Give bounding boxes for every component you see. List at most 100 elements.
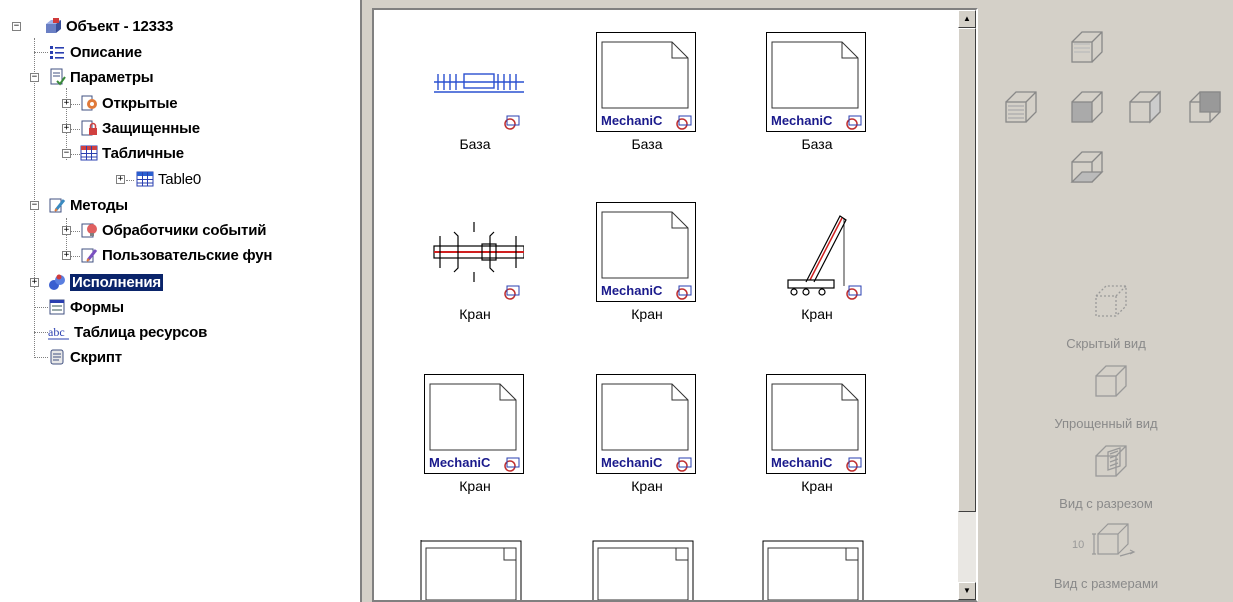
crane-top-view-icon	[433, 222, 524, 300]
thumb-brand-text: MechaniC	[429, 455, 491, 470]
collapse-toggle[interactable]: −	[30, 73, 39, 82]
tree-label: Формы	[70, 298, 124, 316]
tree-item-parameters[interactable]: Параметры	[48, 65, 154, 89]
thumb-brand-text: MechaniC	[771, 455, 833, 470]
abc-icon: abc	[48, 325, 69, 340]
expand-toggle[interactable]: +	[62, 124, 71, 133]
tree-item-description[interactable]: Описание	[48, 40, 142, 64]
mechanic-page-icon: MechaniC	[766, 32, 866, 132]
simplified-view-label[interactable]: Упрощенный вид	[1006, 416, 1206, 431]
list-icon	[50, 46, 64, 59]
mechanic-page-icon: MechaniC	[596, 202, 696, 302]
expand-toggle[interactable]: +	[116, 175, 125, 184]
tree-guide	[66, 218, 67, 254]
gallery-item[interactable]: База	[410, 24, 530, 184]
event-handlers-icon	[81, 223, 97, 238]
hidden-view-icon[interactable]	[1090, 282, 1130, 322]
view-panel: Скрытый вид Упрощенный вид Вид с разрезо…	[978, 0, 1233, 602]
mechanic-page-icon: MechaniC	[596, 374, 696, 474]
tree-label: Таблица ресурсов	[74, 323, 208, 341]
splitter[interactable]	[362, 0, 372, 602]
tree-label-selected: Исполнения	[70, 273, 163, 291]
tree-item-root[interactable]: Объект - 12333	[44, 14, 173, 38]
tree-label: Параметры	[70, 68, 154, 86]
gallery-item-label: Кран	[631, 306, 663, 322]
tree-label: Защищенные	[102, 119, 200, 137]
forms-icon	[49, 299, 65, 315]
gallery-item-label: База	[631, 136, 663, 152]
tree-guide	[34, 357, 48, 358]
view-back-cube-icon[interactable]	[1184, 88, 1224, 128]
parameters-icon	[50, 68, 66, 86]
dimensions-view-label[interactable]: Вид с размерами	[1006, 576, 1206, 591]
gallery-item-label: Кран	[631, 478, 663, 494]
tree-item-resource-table[interactable]: abc Таблица ресурсов	[48, 320, 207, 344]
expand-toggle[interactable]: +	[62, 251, 71, 260]
mechanic-page-icon: MechaniC	[596, 32, 696, 132]
tree-item-methods[interactable]: Методы	[48, 193, 128, 217]
gallery-item[interactable]: Кран	[752, 194, 872, 354]
gallery-item-label: Кран	[459, 478, 491, 494]
tree-label: Открытые	[102, 94, 178, 112]
tree-item-event-handlers[interactable]: Обработчики событий	[80, 218, 266, 242]
thumb-brand-text: MechaniC	[771, 113, 833, 128]
view-left-cube-icon[interactable]	[1000, 88, 1040, 128]
gallery-item-label: База	[459, 136, 491, 152]
view-top-cube-icon[interactable]	[1066, 28, 1106, 68]
simplified-view-icon[interactable]	[1090, 362, 1130, 402]
view-bottom-cube-icon[interactable]	[1066, 148, 1106, 188]
tree-guide	[34, 307, 48, 308]
tree-item-forms[interactable]: Формы	[48, 295, 124, 319]
tree-label: Табличные	[102, 144, 184, 162]
thumb-brand-text: MechaniC	[601, 113, 663, 128]
collapse-toggle[interactable]: −	[30, 201, 39, 210]
tree-item-user-functions[interactable]: Пользовательские фун	[80, 243, 272, 267]
methods-icon	[49, 198, 66, 213]
tree-item-protected[interactable]: Защищенные	[80, 116, 200, 140]
open-params-icon	[81, 95, 97, 111]
gallery-item[interactable]: MechaniC Кран	[410, 366, 530, 526]
collapse-toggle[interactable]: −	[62, 149, 71, 158]
partial-row-thumbnails	[420, 540, 864, 600]
object-tree[interactable]: − Объект - 12333 Описание − Параметры + …	[0, 0, 362, 602]
gallery-item[interactable]: MechaniC База	[582, 24, 702, 184]
scroll-up-button[interactable]: ▲	[958, 10, 976, 28]
mechanic-page-icon: MechaniC	[424, 374, 524, 474]
expand-toggle[interactable]: +	[62, 99, 71, 108]
tree-item-executions[interactable]: Исполнения	[48, 270, 163, 294]
expand-toggle[interactable]: +	[62, 226, 71, 235]
table-icon	[136, 171, 154, 187]
script-icon	[50, 349, 64, 365]
tree-label: Обработчики событий	[102, 221, 267, 239]
dimensions-view-icon[interactable]: 10	[1068, 520, 1158, 560]
tree-item-table0[interactable]: Table0	[136, 167, 201, 191]
thumbnail-gallery[interactable]: База MechaniC База MechaniC База Кран MechaniC…	[372, 8, 978, 602]
section-view-icon[interactable]	[1090, 442, 1130, 482]
tree-guide	[34, 38, 35, 358]
tree-label: Table0	[158, 170, 202, 188]
view-front-cube-icon[interactable]	[1066, 88, 1106, 128]
thumb-brand-text: MechaniC	[601, 455, 663, 470]
tree-item-open[interactable]: Открытые	[80, 91, 178, 115]
gallery-item[interactable]: MechaniC База	[752, 24, 872, 184]
gallery-item[interactable]: MechaniC Кран	[582, 194, 702, 354]
gallery-item[interactable]: Кран	[410, 194, 530, 354]
scroll-down-button[interactable]: ▼	[958, 582, 976, 600]
protected-params-icon	[81, 120, 97, 136]
hidden-view-label[interactable]: Скрытый вид	[1006, 336, 1206, 351]
tree-label: Описание	[70, 43, 142, 61]
tree-guide	[34, 332, 48, 333]
collapse-toggle[interactable]: −	[12, 22, 21, 31]
section-view-label[interactable]: Вид с разрезом	[1006, 496, 1206, 511]
gallery-item[interactable]: MechaniC Кран	[752, 366, 872, 526]
gallery-item[interactable]: MechaniC Кран	[582, 366, 702, 526]
scroll-thumb[interactable]	[958, 28, 976, 512]
vertical-scrollbar[interactable]: ▲ ▼	[958, 10, 976, 600]
tree-item-tabular[interactable]: Табличные	[80, 141, 184, 165]
expand-toggle[interactable]: +	[30, 278, 39, 287]
user-functions-icon	[81, 248, 98, 263]
base-drawing-icon	[434, 73, 524, 130]
tree-item-script[interactable]: Скрипт	[48, 345, 122, 369]
object-icon	[46, 18, 61, 33]
view-right-cube-icon[interactable]	[1124, 88, 1164, 128]
